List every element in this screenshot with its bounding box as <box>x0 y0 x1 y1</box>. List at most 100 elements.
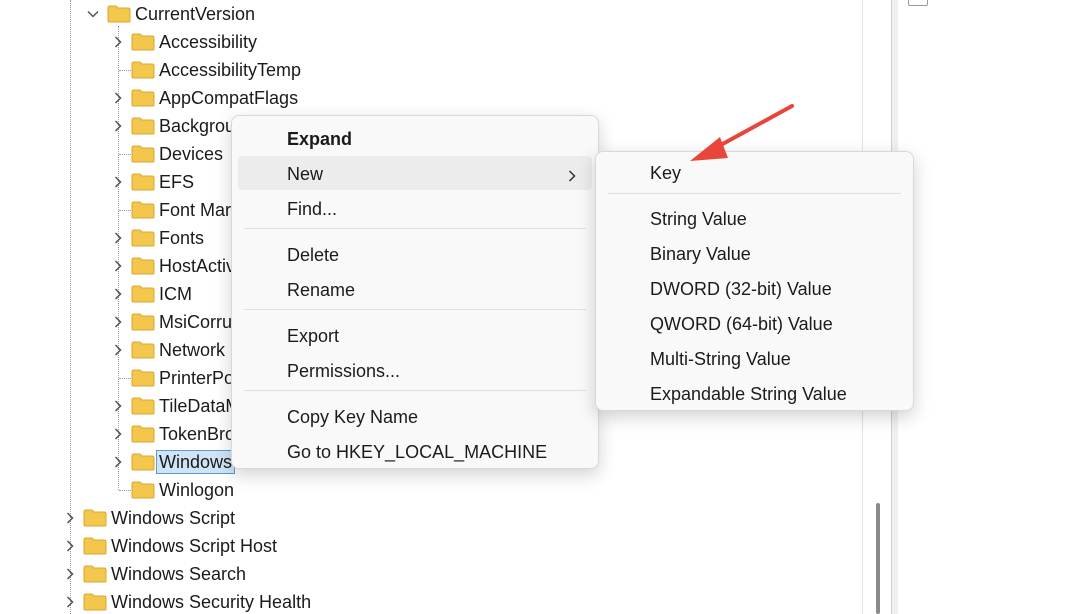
value-icon <box>908 0 928 6</box>
menu-item-delete[interactable]: Delete <box>238 237 592 271</box>
chevron-right-icon[interactable] <box>109 168 127 196</box>
tree-item-windows-script-host[interactable]: Windows Script Host <box>0 532 400 560</box>
chevron-right-icon[interactable] <box>61 588 79 614</box>
tree-item-winlogon[interactable]: Winlogon <box>0 476 400 504</box>
menu-item-label: Find... <box>287 199 338 219</box>
menu-separator <box>244 390 586 391</box>
menu-item-label: Go to HKEY_LOCAL_MACHINE <box>287 442 548 462</box>
submenu-item-expandable-string-value[interactable]: Expandable String Value <box>602 376 907 410</box>
tree-item-label: AppCompatFlags <box>159 88 299 108</box>
folder-icon <box>131 33 155 51</box>
tree-item-currentversion[interactable]: CurrentVersion <box>0 0 400 28</box>
tree-item-label: MsiCorru <box>159 312 233 332</box>
folder-icon <box>131 257 155 275</box>
submenu-item-binary-value[interactable]: Binary Value <box>602 236 907 270</box>
tree-item-label: PrinterPo <box>159 368 235 388</box>
tree-connector-branch <box>119 378 131 379</box>
chevron-right-icon[interactable] <box>109 28 127 56</box>
menu-item-export[interactable]: Export <box>238 318 592 352</box>
tree-item-accessibility[interactable]: Accessibility <box>0 28 400 56</box>
folder-icon <box>131 89 155 107</box>
menu-item-find[interactable]: Find... <box>238 191 592 225</box>
chevron-right-icon[interactable] <box>109 448 127 476</box>
chevron-right-icon[interactable] <box>109 84 127 112</box>
tree-item-label: Font Mar <box>159 200 232 220</box>
folder-icon <box>131 341 155 359</box>
menu-item-go-to-hkey-local-machine[interactable]: Go to HKEY_LOCAL_MACHINE <box>238 434 592 468</box>
tree-item-label: Network <box>159 340 226 360</box>
chevron-right-icon[interactable] <box>61 560 79 588</box>
tree-item-windows-security-health[interactable]: Windows Security Health <box>0 588 400 614</box>
chevron-right-icon[interactable] <box>61 532 79 560</box>
submenu-item-key[interactable]: Key <box>602 155 907 189</box>
menu-item-label: DWORD (32-bit) Value <box>650 279 832 299</box>
menu-item-label: Permissions... <box>287 361 401 381</box>
folder-icon <box>131 285 155 303</box>
menu-item-label: Binary Value <box>650 244 751 264</box>
tree-connector-branch <box>119 70 131 71</box>
menu-item-expand[interactable]: Expand <box>238 121 592 155</box>
folder-icon <box>131 61 155 79</box>
new-submenu: Key String Value Binary Value DWORD (32-bit… <box>595 151 914 411</box>
folder-icon <box>131 397 155 415</box>
folder-icon <box>131 201 155 219</box>
menu-item-label: QWORD (64-bit) Value <box>650 314 833 334</box>
tree-item-appcompatflags[interactable]: AppCompatFlags <box>0 84 400 112</box>
tree-item-accessibilitytemp[interactable]: AccessibilityTemp <box>0 56 400 84</box>
tree-item-label: EFS <box>159 172 195 192</box>
folder-icon <box>131 453 155 471</box>
submenu-item-dword-32-bit-value[interactable]: DWORD (32-bit) Value <box>602 271 907 305</box>
folder-icon <box>131 145 155 163</box>
chevron-right-icon[interactable] <box>109 280 127 308</box>
tree-item-label: CurrentVersion <box>135 4 256 24</box>
menu-item-label: Multi-String Value <box>650 349 791 369</box>
menu-item-rename[interactable]: Rename <box>238 272 592 306</box>
menu-item-label: Key <box>650 163 682 183</box>
tree-item-label: Winlogon <box>159 480 235 500</box>
chevron-right-icon[interactable] <box>109 336 127 364</box>
values-pane <box>898 0 1092 614</box>
chevron-right-icon[interactable] <box>109 420 127 448</box>
menu-item-copy-key-name[interactable]: Copy Key Name <box>238 399 592 433</box>
tree-item-label: Windows Script <box>111 508 236 528</box>
tree-item-label: Accessibility <box>159 32 258 52</box>
folder-icon <box>83 509 107 527</box>
tree-item-label: HostActiv <box>159 256 236 276</box>
folder-icon <box>131 173 155 191</box>
tree-item-windows-search[interactable]: Windows Search <box>0 560 400 588</box>
menu-separator <box>244 228 586 229</box>
chevron-right-icon <box>566 166 578 182</box>
tree-item-label: ICM <box>159 284 192 304</box>
folder-icon <box>131 229 155 247</box>
tree-item-windows-script[interactable]: Windows Script <box>0 504 400 532</box>
chevron-right-icon[interactable] <box>109 112 127 140</box>
menu-separator <box>608 193 901 194</box>
tree-item-label: AccessibilityTemp <box>159 60 302 80</box>
submenu-item-string-value[interactable]: String Value <box>602 201 907 235</box>
tree-item-label: Windows Security Health <box>111 592 312 612</box>
chevron-right-icon[interactable] <box>61 504 79 532</box>
tree-connector-branch <box>119 210 131 211</box>
chevron-down-icon[interactable] <box>84 0 102 28</box>
chevron-right-icon[interactable] <box>109 308 127 336</box>
submenu-item-multi-string-value[interactable]: Multi-String Value <box>602 341 907 375</box>
menu-item-new[interactable]: New <box>238 156 592 190</box>
tree-item-label: Windows Script Host <box>111 536 278 556</box>
menu-item-label: String Value <box>650 209 747 229</box>
folder-icon <box>131 369 155 387</box>
tree-item-label: TokenBro <box>159 424 236 444</box>
menu-item-permissions[interactable]: Permissions... <box>238 353 592 387</box>
context-menu: Expand New Find... Delete Rename Export Permis… <box>231 115 599 469</box>
chevron-right-icon[interactable] <box>109 392 127 420</box>
menu-item-label: Rename <box>287 280 356 300</box>
tree-item-label: Fonts <box>159 228 205 248</box>
tree-item-label: Windows <box>155 450 236 474</box>
chevron-right-icon[interactable] <box>109 224 127 252</box>
menu-separator <box>244 309 586 310</box>
submenu-item-qword-64-bit-value[interactable]: QWORD (64-bit) Value <box>602 306 907 340</box>
chevron-right-icon[interactable] <box>109 252 127 280</box>
folder-icon <box>83 565 107 583</box>
folder-icon <box>83 593 107 611</box>
tree-item-label: TileDataM <box>159 396 241 416</box>
scrollbar-thumb[interactable] <box>876 503 880 614</box>
